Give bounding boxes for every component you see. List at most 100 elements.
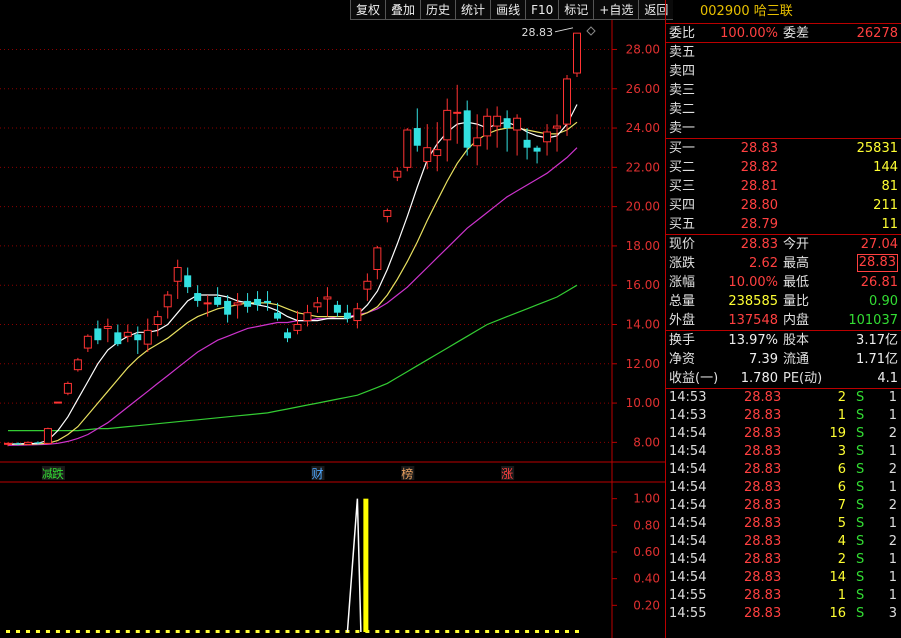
candle-body — [43, 428, 52, 444]
indicator-baseline-dot — [55, 630, 60, 633]
weibi-value: 100.00% — [720, 26, 778, 41]
stat-label: 换手 — [669, 333, 696, 348]
quote-panel: 002900 哈三联 委比 100.00% 委差 26278 卖五 卖四 卖三 卖二卖… — [665, 0, 901, 638]
indicator-bar — [363, 498, 369, 632]
candle-body — [393, 170, 402, 178]
candle-body — [323, 296, 332, 300]
ask-label: 卖五 — [669, 45, 696, 60]
tick-price: 28.83 — [744, 552, 782, 567]
candle-body — [214, 296, 222, 305]
ask-row: 卖五 — [666, 43, 901, 62]
tick-volume: 6 — [837, 480, 846, 495]
tick-price: 28.83 — [744, 570, 782, 585]
tick-count: 2 — [888, 498, 897, 513]
stat-value: 7.39 — [749, 352, 778, 367]
tick-row: 14:54 28.83 6 S 2 — [666, 461, 901, 479]
price-axis-label: 28.00 — [626, 42, 660, 56]
tick-side: S — [856, 498, 865, 513]
tick-time: 14:54 — [669, 516, 707, 531]
stat-label: 现价 — [669, 237, 696, 252]
stat-label: 涨跌 — [669, 256, 696, 271]
ma-line-purple — [7, 147, 578, 446]
toolbar-button-5[interactable]: F10 — [525, 0, 559, 20]
toolbar-button-2[interactable]: 历史 — [420, 0, 456, 20]
indicator-baseline-dot — [455, 630, 460, 633]
indicator-axis-label: 0.20 — [633, 598, 660, 612]
stat-value: 28.83 — [740, 237, 778, 252]
indicator-baseline-dot — [485, 630, 490, 633]
tick-side: S — [856, 462, 865, 477]
stat-label: 外盘 — [669, 313, 696, 328]
indicator-baseline-dot — [265, 630, 270, 633]
indicator-baseline-dot — [505, 630, 510, 633]
stat-label: 总量 — [669, 294, 696, 309]
toolbar-button-3[interactable]: 统计 — [455, 0, 491, 20]
indicator-baseline-dot — [425, 630, 430, 633]
tick-volume: 7 — [837, 498, 846, 513]
candle-body — [264, 300, 272, 303]
tick-count: 1 — [888, 408, 897, 423]
candle-body — [533, 147, 541, 152]
price-axis-label: 20.00 — [626, 200, 660, 214]
candle-body — [233, 302, 242, 306]
toolbar-button-6[interactable]: 标记 — [558, 0, 594, 20]
tick-row: 14:53 28.83 2 S 1 — [666, 389, 901, 407]
toolbar: 复权 叠加 历史 统计 画线 F10 标记 +自选 返回 — [350, 0, 674, 20]
toolbar-button-4[interactable]: 画线 — [490, 0, 526, 20]
indicator-baseline-dot — [15, 630, 20, 633]
stat-label: PE(动) — [783, 371, 823, 386]
tick-row: 14:54 28.83 4 S 2 — [666, 533, 901, 551]
tick-volume: 3 — [837, 444, 846, 459]
tick-list[interactable]: 14:53 28.83 2 S 1 14:53 28.83 1 S 1 14:54 28.83 19 S 2… — [666, 389, 901, 623]
stock-name: 哈三联 — [753, 4, 793, 19]
candle-body — [103, 325, 112, 329]
indicator-baseline-dot — [315, 630, 320, 633]
indicator-baseline-dot — [305, 630, 310, 633]
tick-count: 2 — [888, 462, 897, 477]
candle-body — [14, 443, 22, 445]
tick-side: S — [856, 390, 865, 405]
ask-row: 卖二 — [666, 100, 901, 119]
stock-title: 002900 哈三联 — [666, 0, 901, 24]
indicator-axis-label: 1.00 — [633, 492, 660, 506]
toolbar-button-7[interactable]: +自选 — [593, 0, 639, 20]
tick-count: 3 — [888, 606, 897, 621]
tick-time: 14:54 — [669, 462, 707, 477]
indicator-baseline-dot — [185, 630, 190, 633]
indicator-baseline-dot — [45, 630, 50, 633]
toolbar-button-0[interactable]: 复权 — [350, 0, 386, 20]
candle-body — [413, 128, 421, 146]
price-axis-label: 26.00 — [626, 82, 660, 96]
stat-value: 27.04 — [860, 237, 898, 252]
candle-body — [184, 275, 192, 288]
indicator-baseline-dot — [415, 630, 420, 633]
tick-volume: 1 — [837, 588, 846, 603]
stat-row: 涨幅 10.00% 最低 26.81 — [666, 273, 901, 292]
stat-value: 2.62 — [749, 256, 778, 271]
tick-volume: 6 — [837, 462, 846, 477]
tick-volume: 5 — [837, 516, 846, 531]
stat-value: 28.83 — [856, 254, 898, 272]
stat-label: 流通 — [783, 352, 810, 367]
stat-row: 外盘 137548 内盘 101037 — [666, 311, 901, 330]
bid-label: 买二 — [669, 160, 696, 175]
price-axis-label: 14.00 — [626, 317, 660, 331]
tick-row: 14:54 28.83 14 S 1 — [666, 569, 901, 587]
indicator-baseline-dot — [275, 630, 280, 633]
tick-volume: 1 — [837, 408, 846, 423]
bid-label: 买五 — [669, 217, 696, 232]
indicator-baseline-dot — [25, 630, 30, 633]
indicator-baseline-dot — [225, 630, 230, 633]
stat-label: 净资 — [669, 352, 696, 367]
tick-price: 28.83 — [744, 498, 782, 513]
tick-price: 28.83 — [744, 480, 782, 495]
tick-price: 28.83 — [744, 534, 782, 549]
tick-row: 14:54 28.83 7 S 2 — [666, 497, 901, 515]
candle-body — [553, 125, 562, 129]
toolbar-button-1[interactable]: 叠加 — [385, 0, 421, 20]
bid-volume: 25831 — [856, 141, 898, 156]
tick-time: 14:54 — [669, 552, 707, 567]
candle-body — [563, 78, 572, 125]
kline-chart[interactable]: 28.00 26.00 24.00 22.00 20.00 18.00 16.00 14.00… — [0, 0, 665, 638]
indicator-baseline-dot — [525, 630, 530, 633]
